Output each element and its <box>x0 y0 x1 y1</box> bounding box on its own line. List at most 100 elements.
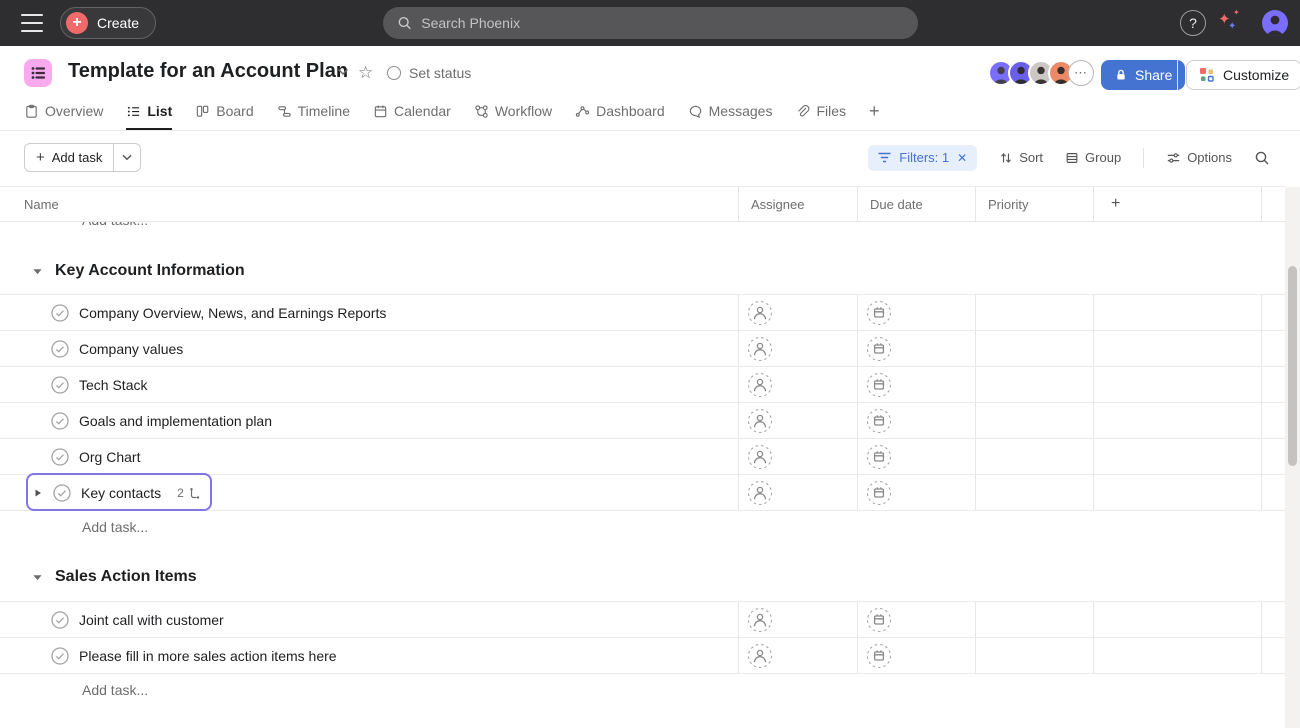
column-header-priority[interactable]: Priority <box>975 187 1093 221</box>
assignee-cell[interactable] <box>738 403 857 438</box>
section-header-key-account-information[interactable]: Key Account Information <box>31 258 245 284</box>
toolbar-controls: Filters: 1 ✕ Sort Group Options <box>868 143 1270 172</box>
add-task-button[interactable]: + Add task <box>25 149 113 166</box>
add-task-row[interactable]: Add task... <box>82 682 148 698</box>
tab-timeline[interactable]: Timeline <box>277 94 350 130</box>
add-tab-button[interactable]: + <box>869 94 880 130</box>
check-circle-icon[interactable] <box>51 412 69 430</box>
extra-cell[interactable] <box>1093 602 1262 637</box>
options-button[interactable]: Options <box>1166 150 1232 165</box>
extra-cell[interactable] <box>1093 475 1262 510</box>
expand-caret-right-icon[interactable] <box>33 487 43 499</box>
priority-cell[interactable] <box>975 475 1093 510</box>
due-date-cell[interactable] <box>857 602 975 637</box>
caret-down-icon[interactable] <box>31 266 44 277</box>
extra-cell[interactable] <box>1093 295 1262 330</box>
tab-calendar[interactable]: Calendar <box>373 94 451 130</box>
help-button[interactable]: ? <box>1180 10 1206 36</box>
group-button[interactable]: Group <box>1065 150 1121 165</box>
tab-list[interactable]: List <box>126 94 172 130</box>
tab-messages[interactable]: Messages <box>688 94 773 130</box>
column-header-due-date[interactable]: Due date <box>857 187 975 221</box>
add-task-row[interactable]: Add task... <box>82 519 148 535</box>
priority-cell[interactable] <box>975 403 1093 438</box>
ai-sparkles-icon[interactable]: ✦ ✦ ✦ <box>1216 8 1246 38</box>
search-tasks-button[interactable] <box>1254 150 1270 166</box>
column-header-name[interactable]: Name <box>0 187 738 221</box>
tab-board[interactable]: Board <box>195 94 253 130</box>
due-date-cell[interactable] <box>857 638 975 673</box>
scrollbar-track[interactable] <box>1285 187 1300 728</box>
due-date-cell[interactable] <box>857 439 975 474</box>
task-name: Goals and implementation plan <box>79 413 272 429</box>
due-date-cell[interactable] <box>857 403 975 438</box>
check-circle-icon[interactable] <box>51 340 69 358</box>
favorite-star-icon[interactable]: ☆ <box>358 63 373 83</box>
assignee-cell[interactable] <box>738 331 857 366</box>
caret-down-icon[interactable] <box>31 572 44 583</box>
project-icon[interactable] <box>24 59 52 87</box>
priority-cell[interactable] <box>975 439 1093 474</box>
task-row[interactable]: Org Chart <box>0 439 1285 475</box>
clear-filter-icon[interactable]: ✕ <box>957 151 967 165</box>
priority-cell[interactable] <box>975 331 1093 366</box>
assignee-cell[interactable] <box>738 638 857 673</box>
due-date-cell[interactable] <box>857 367 975 402</box>
filters-chip[interactable]: Filters: 1 ✕ <box>868 145 977 171</box>
toolbar-divider <box>1143 148 1144 168</box>
task-row[interactable]: Please fill in more sales action items h… <box>0 638 1285 674</box>
due-date-cell[interactable] <box>857 331 975 366</box>
extra-cell[interactable] <box>1093 331 1262 366</box>
check-circle-icon[interactable] <box>51 448 69 466</box>
title-chevron-down-icon[interactable] <box>337 68 349 76</box>
task-row[interactable]: Joint call with customer <box>0 602 1285 638</box>
priority-cell[interactable] <box>975 367 1093 402</box>
task-row-selected[interactable]: Key contacts 2 <box>0 475 1285 511</box>
assignee-cell[interactable] <box>738 439 857 474</box>
check-circle-icon[interactable] <box>51 376 69 394</box>
global-search[interactable] <box>383 7 918 39</box>
search-input[interactable] <box>421 15 904 31</box>
section-header-sales-action-items[interactable]: Sales Action Items <box>31 564 197 590</box>
user-avatar[interactable] <box>1262 10 1288 36</box>
extra-cell[interactable] <box>1093 367 1262 402</box>
tab-workflow[interactable]: Workflow <box>474 94 552 130</box>
add-task-dropdown-button[interactable] <box>114 144 140 171</box>
share-button[interactable]: Share <box>1101 60 1185 90</box>
more-members-button[interactable]: ⋯ <box>1068 60 1094 86</box>
extra-cell[interactable] <box>1093 638 1262 673</box>
due-date-cell[interactable] <box>857 475 975 510</box>
priority-cell[interactable] <box>975 638 1093 673</box>
scrollbar-thumb[interactable] <box>1288 266 1297 466</box>
due-date-cell[interactable] <box>857 295 975 330</box>
sort-button[interactable]: Sort <box>999 150 1043 165</box>
tab-files[interactable]: Files <box>795 94 846 130</box>
check-circle-icon[interactable] <box>51 647 69 665</box>
tab-dashboard[interactable]: Dashboard <box>575 94 665 130</box>
task-row[interactable]: Tech Stack <box>0 367 1285 403</box>
task-row[interactable]: Goals and implementation plan <box>0 403 1285 439</box>
add-column-button[interactable]: + <box>1093 187 1262 221</box>
create-button[interactable]: + Create <box>60 7 156 39</box>
tab-overview[interactable]: Overview <box>24 94 103 130</box>
column-header-assignee[interactable]: Assignee <box>738 187 857 221</box>
check-circle-icon[interactable] <box>51 611 69 629</box>
sort-icon <box>999 151 1013 165</box>
task-row[interactable]: Company values <box>0 331 1285 367</box>
customize-button[interactable]: Customize <box>1186 60 1300 90</box>
sidebar-menu-icon[interactable] <box>21 14 43 32</box>
section-title: Key Account Information <box>55 262 245 280</box>
check-circle-icon[interactable] <box>51 304 69 322</box>
check-circle-icon[interactable] <box>53 484 71 502</box>
assignee-cell[interactable] <box>738 295 857 330</box>
extra-cell[interactable] <box>1093 403 1262 438</box>
priority-cell[interactable] <box>975 602 1093 637</box>
priority-cell[interactable] <box>975 295 1093 330</box>
task-row[interactable]: Company Overview, News, and Earnings Rep… <box>0 295 1285 331</box>
set-status-button[interactable]: Set status <box>387 65 471 81</box>
assignee-cell[interactable] <box>738 367 857 402</box>
assignee-cell[interactable] <box>738 602 857 637</box>
extra-cell[interactable] <box>1093 439 1262 474</box>
paperclip-icon <box>795 104 810 119</box>
assignee-cell[interactable] <box>738 475 857 510</box>
